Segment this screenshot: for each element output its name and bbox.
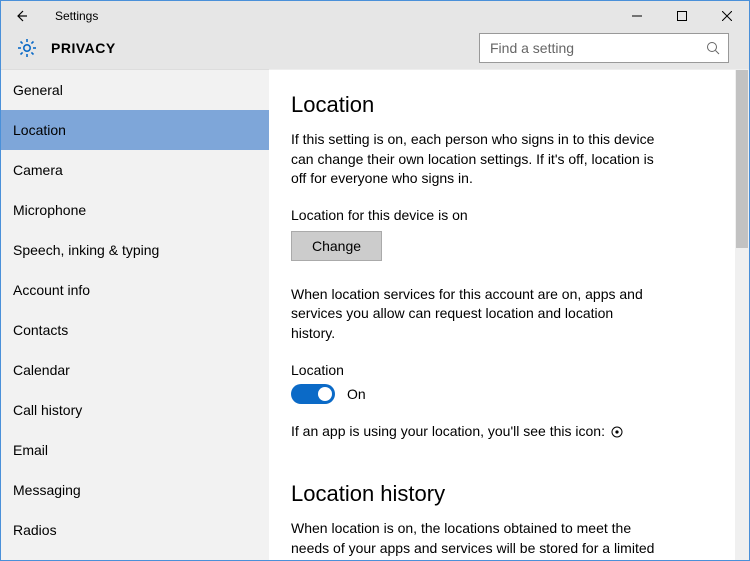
sidebar-item-speech-inking-typing[interactable]: Speech, inking & typing (1, 230, 269, 270)
location-toggle-label: Location (291, 362, 709, 378)
body: General Location Camera Microphone Speec… (1, 69, 749, 560)
titlebar: Settings (1, 1, 749, 31)
sidebar-item-camera[interactable]: Camera (1, 150, 269, 190)
maximize-icon (677, 11, 687, 21)
section-heading-location-history: Location history (291, 481, 709, 507)
page-title: PRIVACY (51, 40, 116, 56)
maximize-button[interactable] (659, 1, 704, 31)
sidebar-item-contacts[interactable]: Contacts (1, 310, 269, 350)
content-area: Location If this setting is on, each per… (269, 69, 749, 560)
header: PRIVACY (1, 31, 749, 69)
section-heading-location: Location (291, 92, 709, 118)
location-icon-hint-text: If an app is using your location, you'll… (291, 423, 605, 439)
sidebar-item-call-history[interactable]: Call history (1, 390, 269, 430)
sidebar-item-email[interactable]: Email (1, 430, 269, 470)
scrollbar-thumb[interactable] (736, 70, 748, 248)
location-toggle-row: On (291, 384, 709, 404)
location-indicator-icon (611, 426, 623, 438)
toggle-knob (318, 387, 332, 401)
sidebar-item-account-info[interactable]: Account info (1, 270, 269, 310)
app-title: Settings (55, 9, 98, 23)
device-location-status: Location for this device is on (291, 207, 709, 223)
sidebar-item-messaging[interactable]: Messaging (1, 470, 269, 510)
content-scroll[interactable]: Location If this setting is on, each per… (269, 70, 749, 560)
minimize-icon (632, 11, 642, 21)
close-button[interactable] (704, 1, 749, 31)
search-input[interactable] (490, 40, 706, 56)
search-icon (706, 41, 720, 55)
minimize-button[interactable] (614, 1, 659, 31)
window-controls (614, 1, 749, 31)
location-description: If this setting is on, each person who s… (291, 130, 661, 189)
back-button[interactable] (7, 2, 35, 30)
sidebar-item-location[interactable]: Location (1, 110, 269, 150)
search-box[interactable] (479, 33, 729, 63)
sidebar-item-microphone[interactable]: Microphone (1, 190, 269, 230)
close-icon (722, 11, 732, 21)
location-icon-hint: If an app is using your location, you'll… (291, 422, 661, 442)
scrollbar[interactable] (735, 70, 749, 560)
location-history-description: When location is on, the locations obtai… (291, 519, 661, 560)
sidebar[interactable]: General Location Camera Microphone Speec… (1, 69, 269, 560)
sidebar-item-radios[interactable]: Radios (1, 510, 269, 550)
change-button[interactable]: Change (291, 231, 382, 261)
sidebar-item-calendar[interactable]: Calendar (1, 350, 269, 390)
location-toggle-state: On (347, 386, 366, 402)
gear-icon (17, 38, 37, 58)
location-toggle[interactable] (291, 384, 335, 404)
sidebar-item-general[interactable]: General (1, 70, 269, 110)
location-services-description: When location services for this account … (291, 285, 661, 344)
